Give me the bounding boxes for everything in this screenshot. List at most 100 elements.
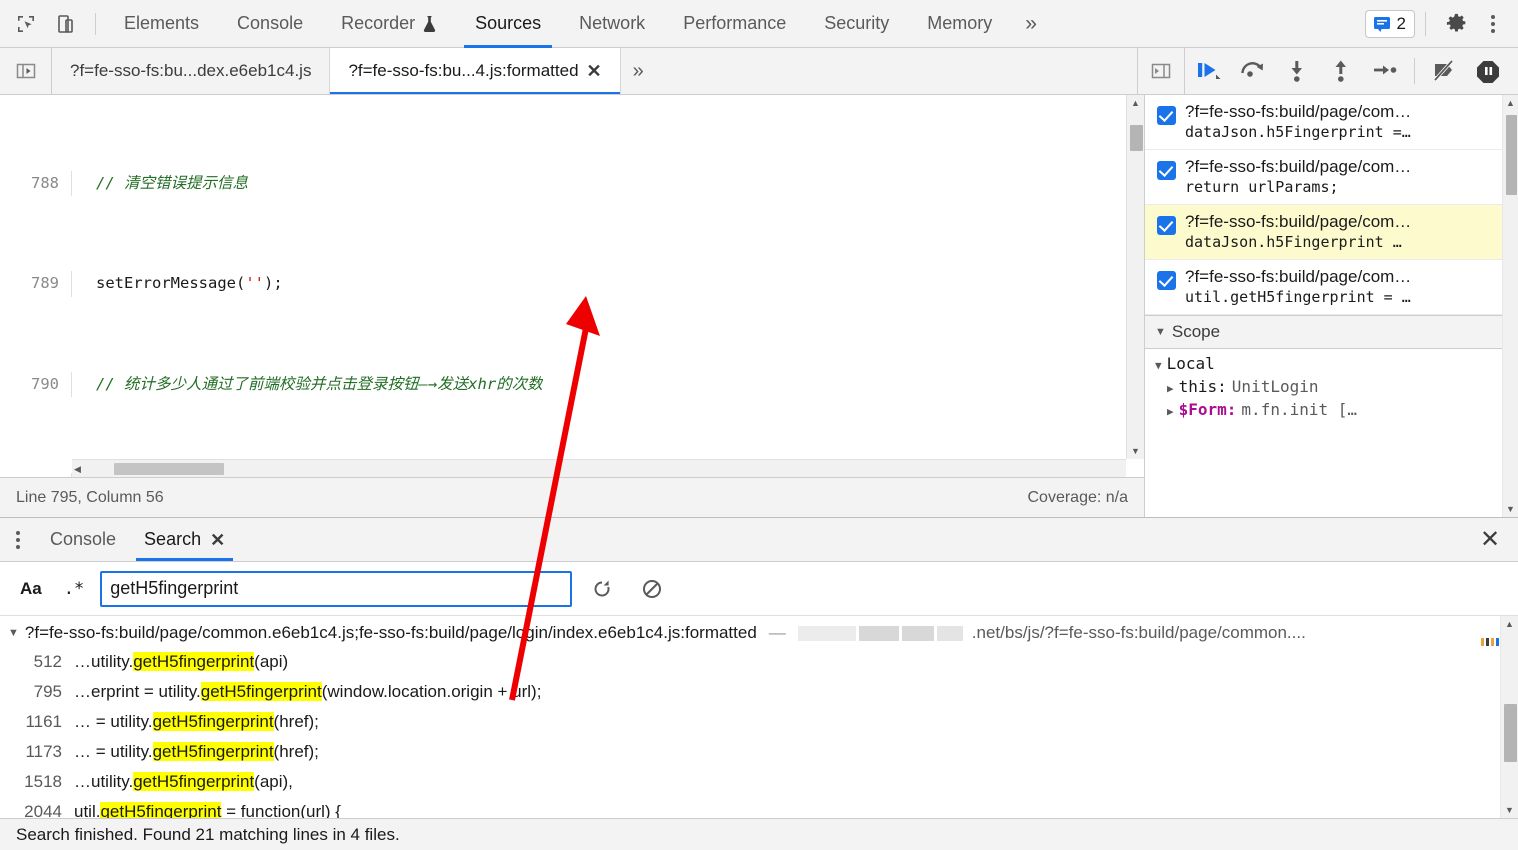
breakpoint-checkbox[interactable] — [1157, 161, 1176, 180]
close-drawer-icon[interactable]: ✕ — [1462, 518, 1518, 561]
search-result-row[interactable]: 512 …utility.getH5fingerprint(api) — [0, 647, 1518, 677]
tab-security[interactable]: Security — [805, 0, 908, 48]
refresh-icon[interactable] — [582, 569, 622, 609]
search-result-row[interactable]: 1161 … = utility.getH5fingerprint(href); — [0, 707, 1518, 737]
code-area[interactable]: 788 // 清空错误提示信息 789 setErrorMessage('');… — [0, 95, 1144, 477]
breakpoint-item[interactable]: ?f=fe-sso-fs:build/page/com… util.getH5f… — [1145, 260, 1518, 315]
search-input[interactable] — [100, 570, 573, 607]
resume-script-execution-icon[interactable] — [1189, 51, 1229, 91]
deactivate-breakpoints-icon[interactable] — [1424, 51, 1464, 91]
issues-button[interactable]: 2 — [1364, 9, 1415, 38]
regex-toggle[interactable]: .* — [58, 576, 90, 602]
code-token-string: '' — [245, 274, 264, 293]
close-icon[interactable]: ✕ — [210, 531, 225, 549]
tab-sources[interactable]: Sources — [456, 0, 560, 48]
result-match: getH5fingerprint — [152, 742, 274, 761]
scroll-up-icon[interactable]: ▲ — [1501, 616, 1518, 632]
tab-memory-label: Memory — [927, 13, 993, 33]
scroll-down-icon[interactable]: ▼ — [1503, 501, 1518, 517]
file-tab-formatted[interactable]: ?f=fe-sso-fs:bu...4.js:formatted ✕ — [330, 48, 621, 94]
chevron-down-icon: ▼ — [1155, 326, 1166, 338]
show-debugger-icon[interactable] — [1137, 48, 1185, 94]
scroll-down-icon[interactable]: ▼ — [1501, 802, 1518, 818]
chevron-down-icon[interactable]: ▼ — [1155, 359, 1162, 372]
scrollbar-thumb[interactable] — [1506, 115, 1517, 195]
more-tools-icon[interactable] — [0, 518, 36, 561]
close-icon[interactable]: ✕ — [587, 62, 602, 80]
search-results: ▼ ?f=fe-sso-fs:build/page/common.e6eb1c4… — [0, 616, 1518, 818]
scrollbar-thumb[interactable] — [1130, 125, 1143, 151]
search-result-file-header[interactable]: ▼ ?f=fe-sso-fs:build/page/common.e6eb1c4… — [0, 619, 1518, 647]
breakpoint-checkbox[interactable] — [1157, 271, 1176, 290]
breakpoint-texts: ?f=fe-sso-fs:build/page/com… dataJson.h5… — [1185, 212, 1411, 251]
inspect-element-icon[interactable] — [6, 4, 46, 44]
step-out-of-current-function-icon[interactable] — [1321, 51, 1361, 91]
tab-console[interactable]: Console — [218, 0, 322, 48]
more-panels-icon[interactable]: » — [1011, 0, 1051, 48]
scope-row-form[interactable]: ▶ $Form: m.fn.init [… — [1145, 398, 1518, 421]
pause-on-exceptions-icon[interactable] — [1468, 51, 1508, 91]
breakpoint-checkbox[interactable] — [1157, 216, 1176, 235]
code-lines: 788 // 清空错误提示信息 789 setErrorMessage('');… — [0, 95, 1144, 477]
editor-horizontal-scrollbar[interactable]: ◀ — [72, 459, 1126, 477]
tab-memory[interactable]: Memory — [908, 0, 1011, 48]
code-token: setErrorMessage( — [96, 274, 246, 293]
device-toolbar-icon[interactable] — [46, 4, 86, 44]
step-into-next-function-call-icon[interactable] — [1277, 51, 1317, 91]
line-content: setErrorMessage(''); — [72, 271, 283, 296]
code-line[interactable]: 788 // 清空错误提示信息 — [0, 170, 1144, 196]
file-tab-label: ?f=fe-sso-fs:bu...4.js:formatted — [348, 61, 579, 80]
code-line[interactable]: 790 // 统计多少人通过了前端校验并点击登录按钮—→发送xhr的次数 — [0, 372, 1144, 398]
code-line[interactable]: 789 setErrorMessage(''); — [0, 271, 1144, 297]
scrollbar-thumb[interactable] — [114, 463, 224, 475]
tab-elements[interactable]: Elements — [105, 0, 218, 48]
search-status-bar: Search finished. Found 21 matching lines… — [0, 818, 1518, 850]
step-icon[interactable] — [1365, 51, 1405, 91]
breakpoint-checkbox[interactable] — [1157, 106, 1176, 125]
result-post: (window.location.origin + url); — [321, 682, 542, 701]
scroll-up-icon[interactable]: ▲ — [1127, 95, 1144, 111]
scrollbar-match-markers — [1481, 638, 1499, 646]
scroll-down-icon[interactable]: ▼ — [1127, 443, 1144, 459]
match-case-toggle[interactable]: Aa — [14, 576, 48, 602]
step-over-next-function-call-icon[interactable] — [1233, 51, 1273, 91]
breakpoint-item[interactable]: ?f=fe-sso-fs:build/page/com… return urlP… — [1145, 150, 1518, 205]
scope-row-this[interactable]: ▶ this: UnitLogin — [1145, 375, 1518, 398]
issues-count: 2 — [1396, 13, 1406, 33]
scroll-left-icon[interactable]: ◀ — [74, 460, 81, 477]
breakpoint-item-active[interactable]: ?f=fe-sso-fs:build/page/com… dataJson.h5… — [1145, 205, 1518, 260]
scope-row-local[interactable]: ▼ Local — [1145, 352, 1518, 375]
sidebar-scrollbar[interactable]: ▲ ▼ — [1502, 95, 1518, 517]
tab-network[interactable]: Network — [560, 0, 664, 48]
scroll-up-icon[interactable]: ▲ — [1503, 95, 1518, 111]
scope-section-header[interactable]: ▼ Scope — [1145, 315, 1518, 349]
result-file-name: ?f=fe-sso-fs:build/page/common.e6eb1c4.j… — [24, 623, 757, 642]
tab-recorder[interactable]: Recorder — [322, 0, 456, 48]
result-text: …utility.getH5fingerprint(api) — [74, 652, 288, 672]
breakpoint-item[interactable]: ?f=fe-sso-fs:build/page/com… dataJson.h5… — [1145, 95, 1518, 150]
chevron-down-icon[interactable]: ▼ — [8, 627, 19, 639]
editor-vertical-scrollbar[interactable]: ▲ ▼ — [1126, 95, 1144, 459]
more-file-tabs-icon[interactable]: » — [621, 48, 656, 94]
line-number: 788 — [0, 170, 72, 196]
search-result-row[interactable]: 1173 … = utility.getH5fingerprint(href); — [0, 737, 1518, 767]
search-result-row[interactable]: 795 …erprint = utility.getH5fingerprint(… — [0, 677, 1518, 707]
scope-value: UnitLogin — [1231, 377, 1319, 396]
chevron-right-icon[interactable]: ▶ — [1167, 382, 1174, 395]
more-options-icon[interactable] — [1478, 7, 1508, 41]
chevron-right-icon[interactable]: ▶ — [1167, 405, 1174, 418]
tab-performance[interactable]: Performance — [664, 0, 805, 48]
search-toolbar: Aa .* — [0, 562, 1518, 616]
editor-status-bar: Line 795, Column 56 Coverage: n/a — [0, 477, 1144, 517]
results-vertical-scrollbar[interactable]: ▲ ▼ — [1500, 616, 1518, 818]
search-result-row[interactable]: 1518 …utility.getH5fingerprint(api), — [0, 767, 1518, 797]
file-tab-unformatted[interactable]: ?f=fe-sso-fs:bu...dex.e6eb1c4.js — [52, 48, 331, 94]
drawer-tab-console[interactable]: Console — [36, 518, 130, 561]
show-navigator-icon[interactable] — [0, 48, 52, 94]
clear-icon[interactable] — [632, 569, 672, 609]
breakpoint-file: ?f=fe-sso-fs:build/page/com… — [1185, 102, 1412, 121]
search-result-row[interactable]: 2044 util.getH5fingerprint = function(ur… — [0, 797, 1518, 818]
scrollbar-thumb[interactable] — [1504, 704, 1517, 762]
drawer-tab-search[interactable]: Search ✕ — [130, 518, 239, 561]
gear-icon[interactable] — [1436, 4, 1476, 44]
